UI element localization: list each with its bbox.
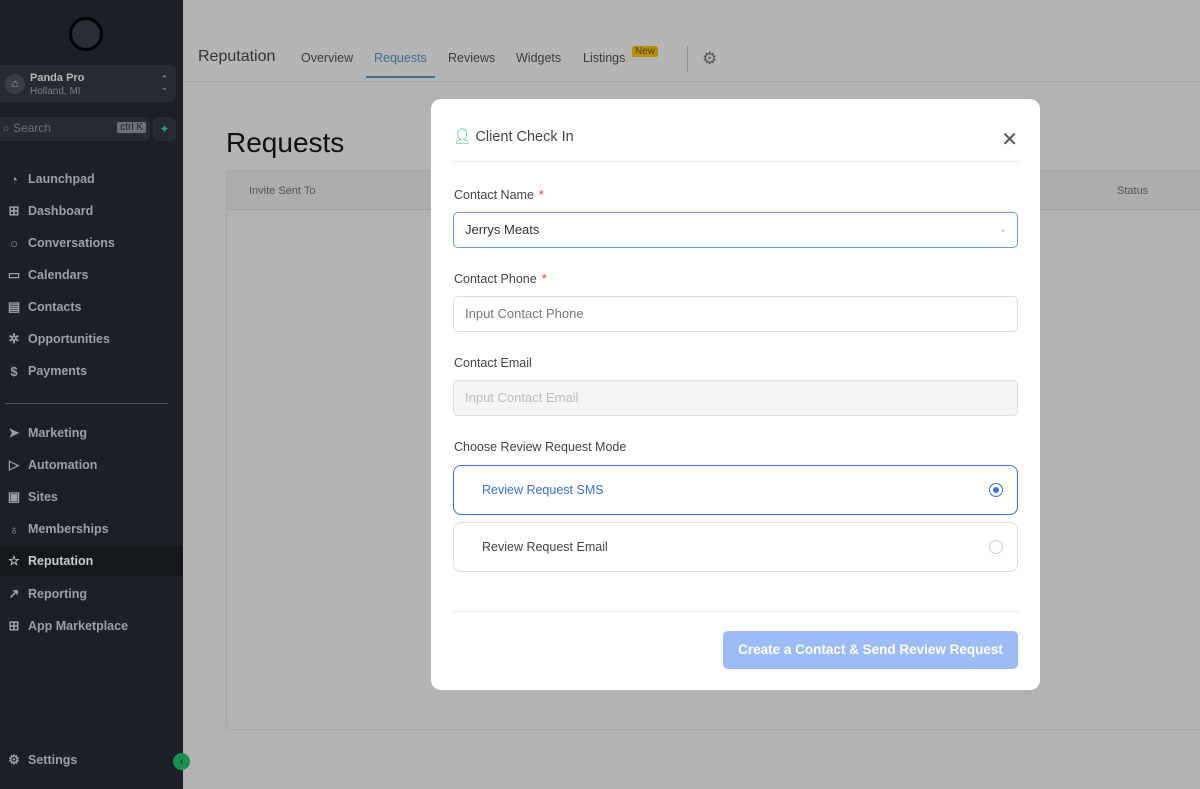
shortcut-badge: ctrl K bbox=[117, 122, 146, 133]
radio-unchecked-icon bbox=[989, 540, 1003, 554]
sidebar-item-label: Conversations bbox=[28, 236, 115, 250]
close-icon[interactable]: ✕ bbox=[1001, 127, 1018, 152]
sidebar-item-label: Payments bbox=[28, 364, 88, 378]
sidebar-item-automation[interactable]: ▷ Automation bbox=[0, 450, 183, 480]
sidebar-item-payments[interactable]: $ Payments bbox=[0, 356, 183, 386]
contact-name-label: Contact Name * bbox=[454, 188, 544, 202]
sidebar-item-conversations[interactable]: ○ Conversations bbox=[0, 228, 183, 258]
search-input[interactable]: ⌕ Search ctrl K bbox=[0, 117, 150, 141]
location-city: Holland, MI bbox=[30, 86, 81, 97]
trend-icon: ↗ bbox=[8, 586, 20, 601]
sidebar-divider bbox=[5, 403, 168, 404]
section-title: Reputation bbox=[198, 48, 276, 65]
location-switcher[interactable]: ⌂ Panda Pro Holland, MI ⌃ ⌄ bbox=[0, 65, 176, 102]
location-name: Panda Pro bbox=[30, 72, 85, 84]
user-icon: 👤︎ bbox=[453, 129, 472, 145]
award-icon: ♁ bbox=[9, 521, 19, 537]
star-icon: ☆ bbox=[8, 553, 20, 568]
contacts-icon: ▤ bbox=[7, 299, 21, 314]
mode-label: Choose Review Request Mode bbox=[454, 440, 627, 454]
sidebar-item-label: Reporting bbox=[28, 587, 88, 601]
rocket-icon: ◔ bbox=[10, 171, 18, 187]
placeholder: Input Contact Phone bbox=[465, 306, 584, 321]
sidebar-item-reputation[interactable]: ☆ Reputation bbox=[0, 546, 183, 576]
sidebar-item-label: Sites bbox=[28, 490, 58, 504]
sidebar-item-label: Opportunities bbox=[28, 332, 110, 346]
placeholder: Input Contact Email bbox=[465, 390, 579, 405]
column-invite-sent-to: Invite Sent To bbox=[249, 185, 316, 197]
sidebar-item-label: Marketing bbox=[28, 426, 88, 440]
gear-icon: ⚙ bbox=[8, 752, 20, 767]
divider bbox=[687, 46, 688, 72]
radio-checked-icon bbox=[989, 483, 1003, 497]
tab-requests[interactable]: Requests bbox=[366, 51, 435, 78]
sidebar-item-launchpad[interactable]: ◔ Launchpad bbox=[0, 164, 183, 194]
new-badge: New bbox=[632, 46, 659, 57]
divider bbox=[453, 161, 1020, 162]
tab-widgets[interactable]: Widgets bbox=[516, 51, 561, 65]
radio-sms[interactable]: Review Request SMS bbox=[453, 465, 1018, 515]
dollar-icon: $ bbox=[10, 363, 18, 379]
quick-action-icon[interactable]: ✦ bbox=[153, 117, 176, 141]
location-icon: ⌂ bbox=[5, 74, 25, 94]
sidebar-item-settings[interactable]: ⚙ Settings bbox=[0, 745, 183, 775]
divider bbox=[453, 611, 1020, 612]
modal-title: Client Check In bbox=[475, 129, 574, 145]
tab-reviews[interactable]: Reviews bbox=[448, 51, 495, 65]
contact-phone-input[interactable]: Input Contact Phone bbox=[453, 296, 1018, 332]
sidebar: ⌂ Panda Pro Holland, MI ⌃ ⌄ ⌕ Search ctrl … bbox=[0, 0, 190, 789]
contact-email-label: Contact Email bbox=[454, 356, 532, 370]
calendar-icon: ▭ bbox=[7, 267, 21, 282]
tab-listings[interactable]: Listings bbox=[583, 51, 625, 65]
sidebar-item-label: Calendars bbox=[28, 268, 89, 282]
collapse-sidebar-icon[interactable]: ‹ bbox=[173, 753, 190, 770]
page-title: Requests bbox=[226, 127, 345, 158]
sidebar-item-label: Memberships bbox=[28, 522, 109, 536]
sidebar-item-label: Dashboard bbox=[28, 204, 94, 218]
sidebar-item-label: Launchpad bbox=[28, 172, 95, 186]
sidebar-item-label: App Marketplace bbox=[28, 619, 129, 633]
chevron-down-icon: ⌄ bbox=[998, 224, 1007, 235]
grid-icon: ⊞ bbox=[8, 203, 20, 218]
sites-icon: ▣ bbox=[7, 489, 21, 504]
radio-label: Review Request SMS bbox=[482, 483, 604, 497]
settings-gear-icon[interactable]: ⚙ bbox=[702, 49, 717, 69]
contact-email-input[interactable]: Input Contact Email bbox=[453, 380, 1018, 416]
play-icon: ▷ bbox=[9, 457, 19, 472]
contact-phone-label: Contact Phone * bbox=[454, 272, 547, 286]
contact-name-select[interactable]: Jerrys Meats ⌄ bbox=[453, 212, 1018, 248]
chevron-updown-icon: ⌃ ⌄ bbox=[160, 74, 168, 92]
sidebar-item-reporting[interactable]: ↗ Reporting bbox=[0, 579, 183, 609]
sidebar-item-app-marketplace[interactable]: ⊞ App Marketplace bbox=[0, 611, 183, 641]
tab-overview[interactable]: Overview bbox=[301, 51, 353, 65]
top-nav: Reputation Overview Requests Reviews Wid… bbox=[183, 0, 1200, 82]
send-icon: ➤ bbox=[8, 425, 20, 440]
radio-label: Review Request Email bbox=[482, 540, 608, 554]
sidebar-item-label: Settings bbox=[28, 753, 78, 767]
sidebar-item-dashboard[interactable]: ⊞ Dashboard bbox=[0, 196, 183, 226]
client-check-in-modal: 👤︎ Client Check In ✕ Contact Name * Jerrys… bbox=[431, 99, 1040, 690]
chat-icon: ○ bbox=[10, 235, 18, 251]
sidebar-item-marketing[interactable]: ➤ Marketing bbox=[0, 418, 183, 448]
funnel-icon: ✲ bbox=[8, 331, 20, 346]
radio-email[interactable]: Review Request Email bbox=[453, 522, 1018, 572]
search-placeholder: Search bbox=[13, 121, 52, 135]
sidebar-item-contacts[interactable]: ▤ Contacts bbox=[0, 292, 183, 322]
contact-name-value: Jerrys Meats bbox=[465, 222, 540, 237]
column-status: Status bbox=[1117, 185, 1149, 197]
sidebar-item-label: Automation bbox=[28, 458, 98, 472]
sidebar-item-label: Contacts bbox=[28, 300, 82, 314]
panda-logo bbox=[69, 17, 103, 51]
sidebar-item-opportunities[interactable]: ✲ Opportunities bbox=[0, 324, 183, 354]
sidebar-item-calendars[interactable]: ▭ Calendars bbox=[0, 260, 183, 290]
sidebar-item-memberships[interactable]: ♁ Memberships bbox=[0, 514, 183, 544]
create-contact-send-request-button[interactable]: Create a Contact & Send Review Request bbox=[723, 631, 1018, 669]
apps-icon: ⊞ bbox=[8, 618, 20, 633]
sidebar-item-label: Reputation bbox=[28, 554, 94, 568]
sidebar-item-sites[interactable]: ▣ Sites bbox=[0, 482, 183, 512]
